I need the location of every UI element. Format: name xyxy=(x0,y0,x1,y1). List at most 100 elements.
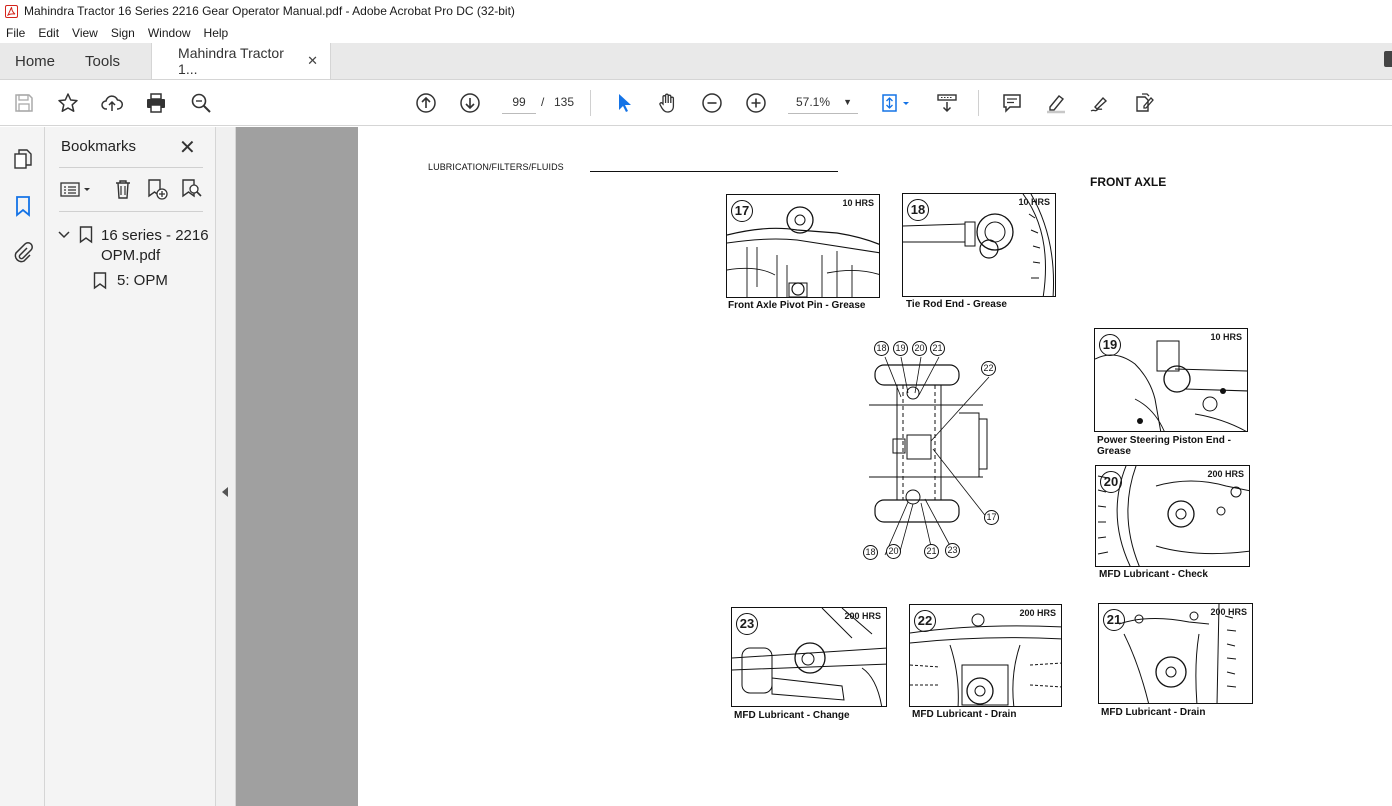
tab-home[interactable]: Home xyxy=(0,43,70,79)
bookmark-label: 5: OPM xyxy=(117,272,168,289)
bookmark-tools xyxy=(59,177,209,203)
figure-number: 21 xyxy=(1103,609,1125,631)
attachments-icon[interactable] xyxy=(11,240,35,264)
figure-18: 18 10 HRS xyxy=(902,193,1056,297)
bookmarks-panel: Bookmarks ✕ 16 series - 2216 OPM.pdf 5: … xyxy=(45,127,216,806)
select-cursor-icon[interactable] xyxy=(612,91,636,115)
scroll-mode-icon[interactable] xyxy=(935,91,959,115)
page-header: LUBRICATION/FILTERS/FLUIDS xyxy=(428,162,564,172)
bookmarks-panel-title: Bookmarks xyxy=(61,138,137,155)
figure-caption: MFD Lubricant - Drain xyxy=(1101,707,1206,718)
zoom-search-icon[interactable] xyxy=(189,91,213,115)
page-total: 135 xyxy=(554,95,575,109)
toolbar-divider xyxy=(978,90,979,116)
service-interval: 10 HRS xyxy=(1018,197,1050,207)
close-panel-icon[interactable]: ✕ xyxy=(179,135,196,160)
figure-19: 19 10 HRS xyxy=(1094,328,1248,432)
chevron-down-icon[interactable] xyxy=(57,228,71,242)
diagram-callout: 17 xyxy=(984,510,999,525)
bookmark-icon xyxy=(93,272,107,294)
diagram-callout: 21 xyxy=(924,544,939,559)
figure-number: 19 xyxy=(1099,334,1121,356)
figure-caption: Tie Rod End - Grease xyxy=(906,299,1007,310)
figure-number: 22 xyxy=(914,610,936,632)
tab-document[interactable]: Mahindra Tractor 1... ✕ xyxy=(151,43,332,79)
next-page-icon[interactable] xyxy=(458,91,482,115)
diagram-callout: 18 xyxy=(863,545,878,560)
page-separator: / xyxy=(541,95,545,109)
figure-21: 21 200 HRS xyxy=(1098,603,1253,704)
figure-caption: MFD Lubricant - Drain xyxy=(912,709,1017,720)
menu-help[interactable]: Help xyxy=(198,26,236,40)
service-interval: 200 HRS xyxy=(1210,607,1247,617)
diagram-callout: 18 xyxy=(874,341,889,356)
figure-caption: Front Axle Pivot Pin - Grease xyxy=(728,300,866,311)
service-interval: 10 HRS xyxy=(1210,332,1242,342)
page-number-input[interactable]: 99 xyxy=(502,90,536,114)
tab-document-label: Mahindra Tractor 1... xyxy=(178,45,284,77)
zoom-select[interactable]: 57.1% ▼ xyxy=(788,90,858,114)
figure-number: 23 xyxy=(736,613,758,635)
acrobat-icon xyxy=(4,4,18,18)
figure-17: 17 10 HRS xyxy=(726,194,880,298)
figure-number: 18 xyxy=(907,199,929,221)
section-title: FRONT AXLE xyxy=(1090,175,1167,189)
menu-bar: File Edit View Sign Window Help xyxy=(0,22,1392,43)
new-bookmark-icon[interactable] xyxy=(145,177,169,201)
toolbar-divider xyxy=(590,90,591,116)
diagram-callout: 21 xyxy=(930,341,945,356)
diagram-callout: 20 xyxy=(912,341,927,356)
edit-pdf-icon[interactable] xyxy=(1132,91,1156,115)
tab-close-icon[interactable]: ✕ xyxy=(307,53,318,69)
document-background xyxy=(236,127,358,806)
zoom-dropdown-icon: ▼ xyxy=(843,97,852,107)
figure-number: 20 xyxy=(1100,471,1122,493)
menu-edit[interactable]: Edit xyxy=(32,26,66,40)
draw-sign-icon[interactable] xyxy=(1088,91,1112,115)
figure-number: 17 xyxy=(731,200,753,222)
menu-window[interactable]: Window xyxy=(142,26,198,40)
panel-edge-icon[interactable] xyxy=(1384,51,1392,67)
toolbar xyxy=(0,80,1392,126)
fit-page-icon[interactable] xyxy=(878,91,902,115)
panel-divider xyxy=(59,211,203,212)
diagram-callout: 20 xyxy=(886,544,901,559)
service-interval: 200 HRS xyxy=(1019,608,1056,618)
front-axle-diagram: 18 19 20 21 22 17 18 20 21 23 xyxy=(863,337,1023,567)
figure-22: 22 200 HRS xyxy=(909,604,1062,707)
previous-page-icon[interactable] xyxy=(414,91,438,115)
service-interval: 200 HRS xyxy=(1207,469,1244,479)
zoom-out-icon[interactable] xyxy=(700,91,724,115)
collapse-arrow-icon[interactable] xyxy=(222,487,228,497)
hand-tool-icon[interactable] xyxy=(656,91,680,115)
left-navigation-rail xyxy=(0,127,45,806)
diagram-callout: 19 xyxy=(893,341,908,356)
bookmark-icon xyxy=(79,226,93,248)
panel-collapse-strip[interactable] xyxy=(216,127,236,806)
find-bookmark-icon[interactable] xyxy=(179,177,203,201)
figure-caption: MFD Lubricant - Check xyxy=(1099,569,1208,580)
pdf-page: LUBRICATION/FILTERS/FLUIDS FRONT AXLE 17… xyxy=(358,127,1392,806)
zoom-in-icon[interactable] xyxy=(744,91,768,115)
menu-view[interactable]: View xyxy=(66,26,105,40)
save-icon[interactable] xyxy=(12,91,36,115)
star-icon[interactable] xyxy=(56,91,80,115)
bookmarks-panel-icon[interactable] xyxy=(11,194,35,218)
service-interval: 10 HRS xyxy=(842,198,874,208)
upload-cloud-icon[interactable] xyxy=(100,91,124,115)
tab-bar: Home Tools Mahindra Tractor 1... ✕ xyxy=(0,43,1392,80)
fit-page-dropdown-icon[interactable] xyxy=(900,91,912,115)
menu-file[interactable]: File xyxy=(0,26,32,40)
delete-bookmark-icon[interactable] xyxy=(111,177,135,201)
figure-caption: MFD Lubricant - Change xyxy=(734,710,850,721)
menu-sign[interactable]: Sign xyxy=(105,26,142,40)
service-interval: 200 HRS xyxy=(844,611,881,621)
diagram-callout: 23 xyxy=(945,543,960,558)
tab-tools[interactable]: Tools xyxy=(70,43,135,79)
bookmark-options-icon[interactable] xyxy=(59,177,95,201)
page-thumbnails-icon[interactable] xyxy=(11,147,35,171)
comment-icon[interactable] xyxy=(1000,91,1024,115)
highlight-pen-icon[interactable] xyxy=(1044,91,1068,115)
print-icon[interactable] xyxy=(144,91,168,115)
title-bar: Mahindra Tractor 16 Series 2216 Gear Ope… xyxy=(0,0,1392,22)
